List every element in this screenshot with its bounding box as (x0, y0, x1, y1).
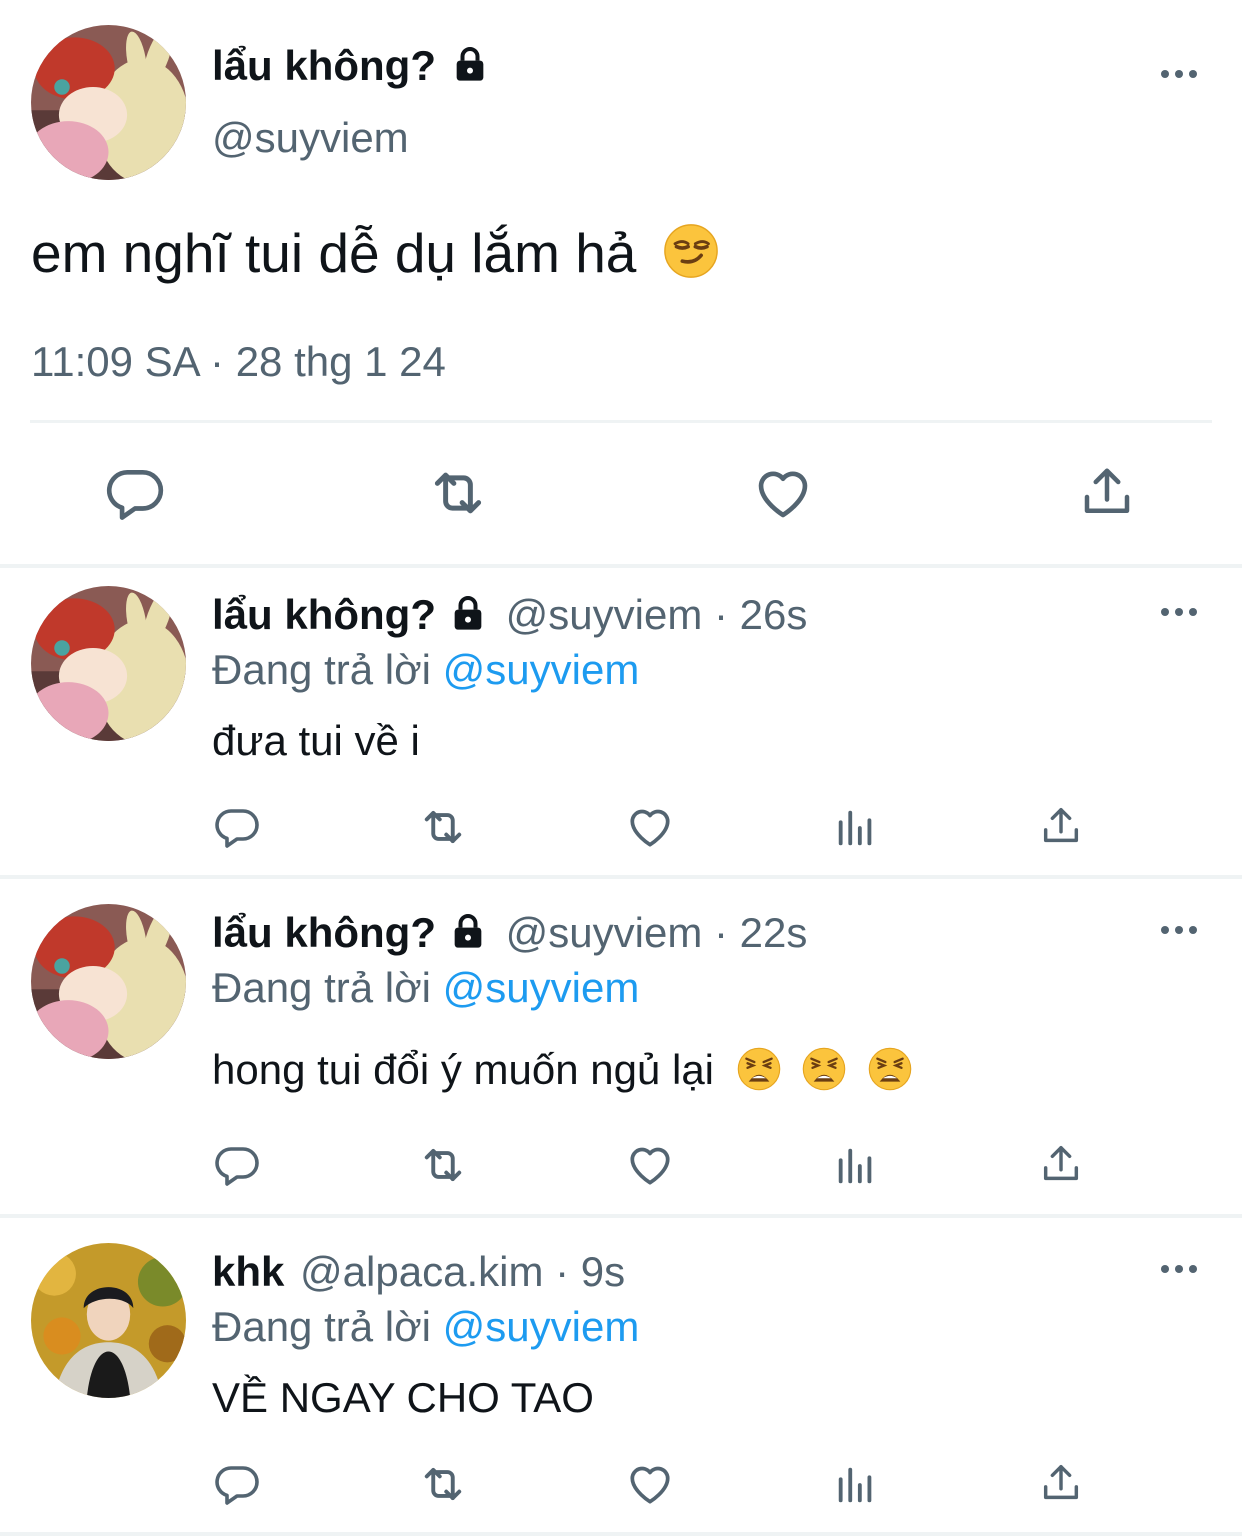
divider (30, 420, 1212, 423)
reply-icon[interactable] (213, 1460, 261, 1508)
retweet-icon[interactable] (417, 801, 469, 853)
avatar[interactable] (31, 1243, 186, 1398)
avatar[interactable] (31, 904, 186, 1059)
reply-icon[interactable] (213, 1141, 261, 1189)
replying-to: Đang trả lời @suyviem (212, 964, 640, 1011)
user-handle[interactable]: @suyviem (212, 114, 409, 162)
avatar[interactable] (31, 25, 186, 180)
reply-icon[interactable] (104, 462, 166, 524)
handle-and-time[interactable]: @alpaca.kim · 9s (300, 1248, 625, 1295)
tweet-text: hong tui đổi ý muốn ngủ lại (212, 1046, 913, 1094)
lock-icon (448, 593, 488, 633)
heart-icon[interactable] (752, 462, 814, 524)
retweet-icon[interactable] (417, 1458, 469, 1510)
lock-icon (448, 911, 488, 951)
separator (0, 564, 1242, 568)
handle-and-time[interactable]: @suyviem · 26s (506, 591, 808, 638)
separator (0, 1532, 1242, 1536)
retweet-icon[interactable] (425, 460, 491, 526)
timestamp[interactable]: 11:09 SA · 28 thg 1 24 (31, 338, 446, 386)
weary-face-emoji (736, 1046, 782, 1092)
mention-link[interactable]: @suyviem (443, 964, 640, 1011)
lock-icon (450, 44, 490, 84)
display-name[interactable]: lẩu không? (212, 591, 436, 638)
tweet-header: lẩu không? @suyviem · 26s (212, 591, 807, 639)
share-icon[interactable] (1077, 462, 1137, 522)
heart-icon[interactable] (625, 802, 675, 852)
tweet-text: em nghĩ tui dễ dụ lắm hả (31, 222, 720, 284)
separator (0, 1214, 1242, 1218)
display-name[interactable]: khk (212, 1248, 284, 1295)
views-chart-icon[interactable] (833, 805, 879, 851)
tweet-header: lẩu không? @suyviem · 22s (212, 909, 807, 957)
more-options-icon[interactable] (1161, 608, 1197, 616)
separator (0, 875, 1242, 879)
replying-to: Đang trả lời @suyviem (212, 646, 640, 693)
more-options-icon[interactable] (1161, 70, 1197, 78)
mention-link[interactable]: @suyviem (443, 646, 640, 693)
views-chart-icon[interactable] (833, 1462, 879, 1508)
tweet-header: khk @alpaca.kim · 9s (212, 1248, 625, 1296)
tweet-text: VỀ NGAY CHO TAO (212, 1374, 594, 1421)
display-name[interactable]: lẩu không? (212, 909, 436, 956)
reply-icon[interactable] (213, 803, 261, 851)
mention-link[interactable]: @suyviem (443, 1303, 640, 1350)
views-chart-icon[interactable] (833, 1143, 879, 1189)
share-icon[interactable] (1038, 1460, 1084, 1506)
weary-face-emoji (801, 1046, 847, 1092)
avatar[interactable] (31, 586, 186, 741)
share-icon[interactable] (1038, 1141, 1084, 1187)
handle-and-time[interactable]: @suyviem · 22s (506, 909, 808, 956)
more-options-icon[interactable] (1161, 926, 1197, 934)
retweet-icon[interactable] (417, 1139, 469, 1191)
tweet-text: đưa tui về i (212, 717, 420, 764)
smirking-face-emoji (662, 222, 720, 280)
more-options-icon[interactable] (1161, 1265, 1197, 1273)
replying-to: Đang trả lời @suyviem (212, 1303, 640, 1350)
weary-face-emoji (867, 1046, 913, 1092)
heart-icon[interactable] (625, 1140, 675, 1190)
share-icon[interactable] (1038, 803, 1084, 849)
display-name[interactable]: lẩu không? (212, 42, 490, 90)
heart-icon[interactable] (625, 1459, 675, 1509)
